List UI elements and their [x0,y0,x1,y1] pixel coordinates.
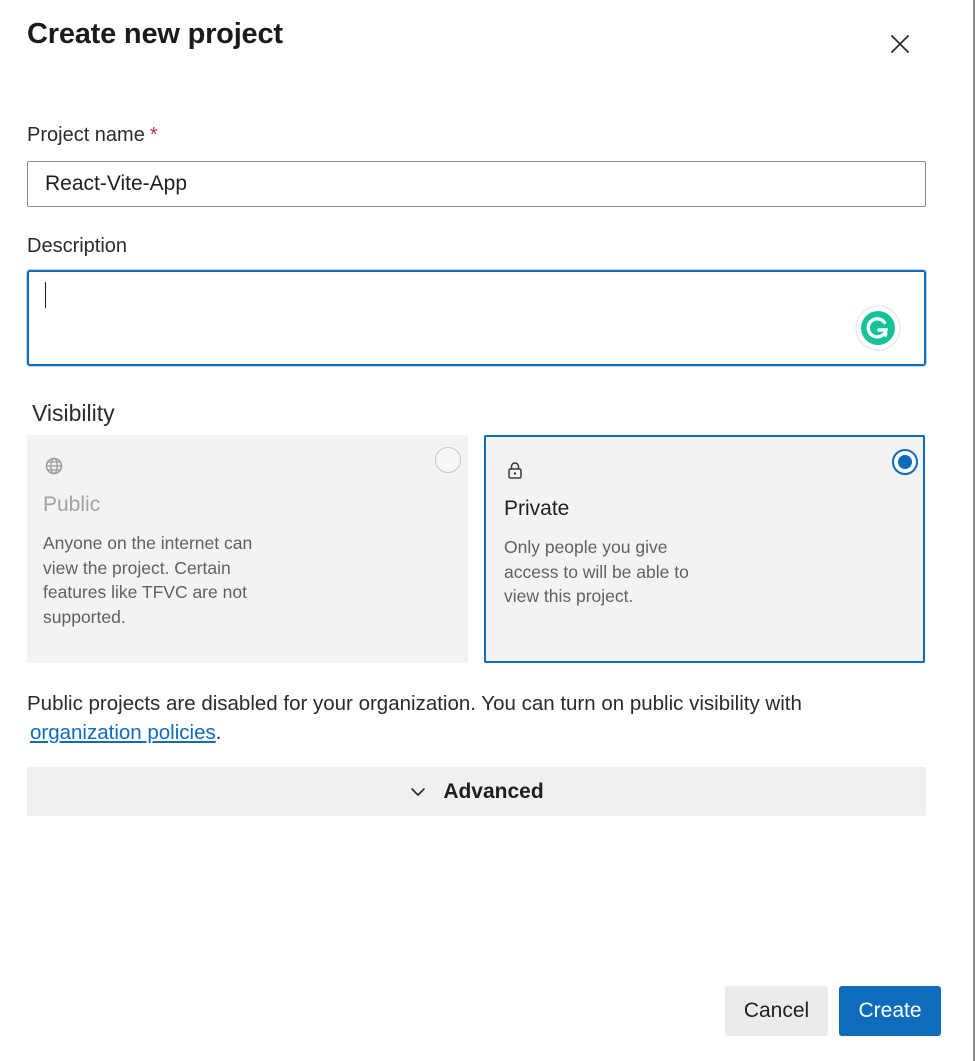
project-name-label-text: Project name [27,124,145,146]
notice-text: Public projects are disabled for your or… [27,692,802,715]
required-mark: * [149,124,158,146]
chevron-down-icon [411,787,426,796]
description-label: Description [27,235,128,257]
create-project-dialog: Create new project Project name* Descrip… [0,0,975,1061]
visibility-option-public[interactable]: Public Anyone on the internet can view t… [27,435,468,663]
visibility-option-private[interactable]: Private Only people you give access to w… [484,435,925,663]
globe-icon [45,457,63,475]
description-input[interactable] [27,270,926,366]
visibility-label: Visibility [32,400,115,426]
lock-icon [508,462,522,479]
create-button[interactable]: Create [839,986,941,1036]
close-button[interactable] [882,26,918,62]
grammarly-icon [855,305,901,351]
advanced-label: Advanced [443,779,544,803]
text-caret [45,282,46,308]
grammarly-button[interactable] [855,305,901,351]
notice-suffix: . [215,721,222,744]
project-name-input[interactable] [27,161,926,207]
advanced-toggle[interactable]: Advanced [27,767,926,816]
public-description: Anyone on the internet can view the proj… [43,533,253,627]
private-radio[interactable] [892,449,918,475]
cancel-button[interactable]: Cancel [725,986,828,1036]
dialog-title: Create new project [27,18,283,50]
public-radio[interactable] [435,447,461,473]
public-disabled-notice: Public projects are disabled for your or… [27,689,927,747]
private-description: Only people you give access to will be a… [504,537,689,606]
private-title: Private [504,497,570,520]
project-name-label: Project name * [27,124,158,147]
public-title: Public [43,493,101,516]
organization-policies-link[interactable]: organization policies [30,721,216,744]
close-icon [891,35,909,53]
